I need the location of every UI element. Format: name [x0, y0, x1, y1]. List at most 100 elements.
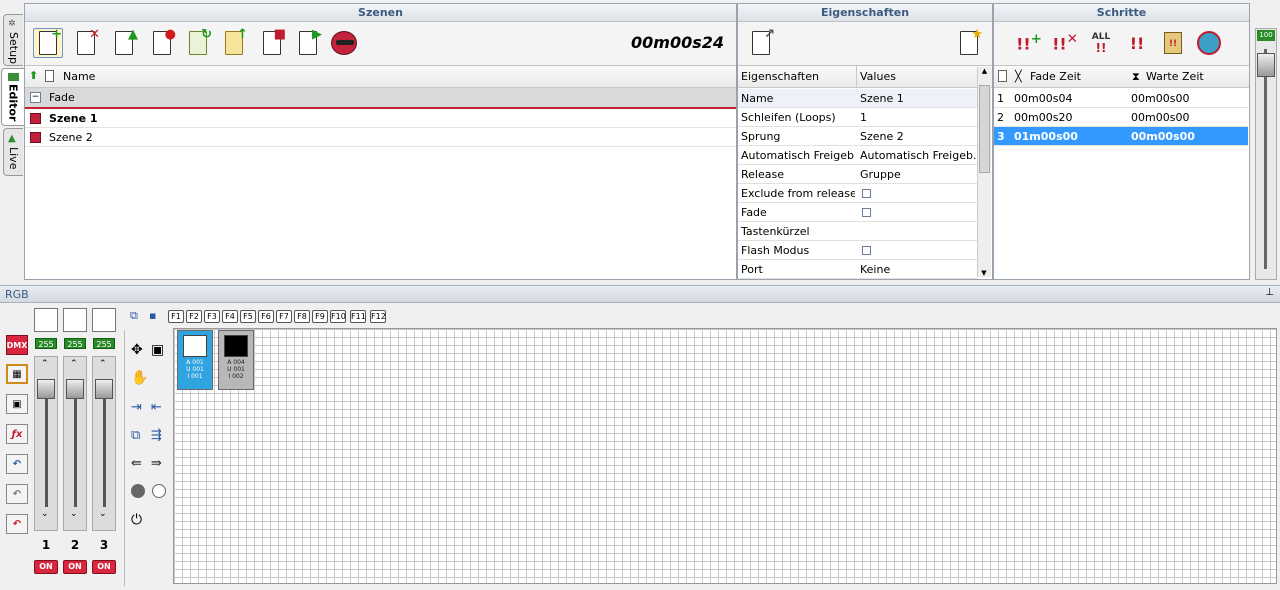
step-wait[interactable]: 00m00s00	[1131, 111, 1189, 124]
layers-icon[interactable]: ⧉	[130, 309, 138, 323]
fader-knob[interactable]	[95, 379, 113, 399]
align-right-icon[interactable]: ⇤	[151, 400, 162, 415]
add-step-button[interactable]: !!+	[1014, 28, 1044, 58]
property-value[interactable]: 1	[860, 111, 867, 124]
chevron-up-icon[interactable]: ⌃	[41, 359, 49, 369]
fader-knob[interactable]	[66, 379, 84, 399]
chevron-down-icon[interactable]: ⌄	[99, 509, 107, 519]
tab-live[interactable]: ▲ Live	[3, 128, 23, 176]
fader-track[interactable]: ⌃ ⌄	[34, 356, 58, 531]
fader-on-button[interactable]: ON	[63, 560, 87, 574]
distribute-icon[interactable]: ⇶	[151, 428, 162, 443]
new-property-button[interactable]: ★	[954, 28, 984, 58]
dmx-button[interactable]: DMX	[6, 335, 28, 355]
master-knob[interactable]	[1257, 53, 1275, 77]
align-left-icon[interactable]: ⇥	[131, 400, 142, 415]
fkey-button[interactable]: F8	[294, 310, 310, 323]
wait-time-header[interactable]: Warte Zeit	[1146, 70, 1204, 83]
reset-button[interactable]: ↶	[6, 514, 28, 534]
fixture-tile[interactable]: A 004 U 001 I 002	[218, 330, 254, 390]
properties-scrollbar[interactable]: ▲ ▼	[977, 67, 991, 277]
delete-scene-button[interactable]: ✕	[71, 28, 101, 58]
new-scene-button[interactable]: +	[33, 28, 63, 58]
fader-track[interactable]: ⌃ ⌄	[63, 356, 87, 531]
undo-button[interactable]: ↶	[6, 454, 28, 474]
export-button[interactable]: ↗	[746, 28, 776, 58]
tab-setup[interactable]: ✲ Setup	[3, 14, 23, 66]
chevron-down-icon[interactable]: ⌄	[70, 509, 78, 519]
name-column-header[interactable]: Name	[63, 70, 95, 83]
step-fade[interactable]: 00m00s20	[1014, 111, 1072, 124]
step-row[interactable]: 1 00m00s04 00m00s00	[994, 89, 1248, 108]
scroll-up-icon[interactable]: ▲	[978, 67, 991, 75]
fkey-button[interactable]: F9	[312, 310, 328, 323]
party-scene-button[interactable]	[329, 28, 359, 58]
fader-on-button[interactable]: ON	[92, 560, 116, 574]
fkey-button[interactable]: F7	[276, 310, 292, 323]
scroll-thumb[interactable]	[979, 85, 990, 173]
fkey-button[interactable]: F6	[258, 310, 274, 323]
select-tool-icon[interactable]: ▣	[151, 342, 164, 358]
fixture-tile[interactable]: A 001 U 001 I 001	[177, 330, 213, 390]
property-row[interactable]: Port Keine	[738, 260, 978, 279]
step-row[interactable]: 3 01m00s00 00m00s00	[994, 127, 1248, 146]
play-scene-button[interactable]: ▶	[293, 28, 323, 58]
fader-track[interactable]: ⌃ ⌄	[92, 356, 116, 531]
fkey-button[interactable]: F3	[204, 310, 220, 323]
flash-checkbox[interactable]	[862, 246, 871, 255]
arrange-icon[interactable]: ⧉	[131, 428, 140, 443]
scene-group-row[interactable]: − Fade	[25, 88, 736, 109]
fader-on-button[interactable]: ON	[34, 560, 58, 574]
scene-row[interactable]: Szene 2	[25, 128, 736, 147]
fx-button[interactable]: ƒx	[6, 424, 28, 444]
chevron-down-icon[interactable]: ⌄	[41, 509, 49, 519]
property-value[interactable]: Szene 2	[860, 130, 904, 143]
grid-view-button[interactable]: ▦	[6, 364, 28, 384]
fkey-button[interactable]: F11	[350, 310, 366, 323]
copy-scene-button[interactable]: ↻	[183, 28, 213, 58]
move-up-button[interactable]: ▲	[109, 28, 139, 58]
scroll-down-icon[interactable]: ▼	[978, 269, 990, 277]
property-row[interactable]: Fade	[738, 203, 978, 222]
fkey-button[interactable]: F5	[240, 310, 256, 323]
redo-button[interactable]: ↶	[6, 484, 28, 504]
tab-editor[interactable]: Editor	[1, 68, 24, 126]
property-row[interactable]: Schleifen (Loops) 1	[738, 108, 978, 127]
chevron-up-icon[interactable]: ⌃	[99, 359, 107, 369]
property-row[interactable]: Release Gruppe	[738, 165, 978, 184]
pin-icon[interactable]: ⊥	[1265, 287, 1274, 298]
fixture-button[interactable]: ▣	[6, 394, 28, 414]
property-value[interactable]: Keine	[860, 263, 890, 276]
swap-left-icon[interactable]: ⇚	[131, 456, 142, 471]
collapse-icon[interactable]: −	[30, 92, 41, 103]
folder-scene-button[interactable]: ↑	[219, 28, 249, 58]
property-row[interactable]: Name Szene 1	[738, 89, 978, 108]
property-value[interactable]: Szene 1	[860, 92, 904, 105]
scene-row[interactable]: Szene 1	[25, 109, 736, 128]
sort-icon[interactable]: ⬆	[29, 69, 38, 82]
delete-step-button[interactable]: !!✕	[1050, 28, 1080, 58]
property-value[interactable]: Automatisch Freigeb...	[860, 149, 976, 162]
property-row[interactable]: Sprung Szene 2	[738, 127, 978, 146]
move-tool-icon[interactable]: ✥	[131, 342, 143, 358]
step-fade[interactable]: 01m00s00	[1014, 130, 1078, 143]
paste-step-button[interactable]: !!	[1158, 28, 1188, 58]
chevron-up-icon[interactable]: ⌃	[70, 359, 78, 369]
property-row[interactable]: Tastenkürzel	[738, 222, 978, 241]
fkey-button[interactable]: F12	[370, 310, 386, 323]
step-fade[interactable]: 00m00s04	[1014, 92, 1072, 105]
fkey-button[interactable]: F4	[222, 310, 238, 323]
hand-tool-icon[interactable]: ✋	[131, 370, 148, 386]
fill-light-icon[interactable]	[152, 484, 166, 498]
property-row[interactable]: Flash Modus	[738, 241, 978, 260]
fader-knob[interactable]	[37, 379, 55, 399]
copy-step-button[interactable]: !!	[1122, 28, 1152, 58]
master-fader[interactable]: 100	[1255, 28, 1277, 280]
step-wait[interactable]: 00m00s00	[1131, 130, 1195, 143]
step-row[interactable]: 2 00m00s20 00m00s00	[994, 108, 1248, 127]
power-icon[interactable]: ⏻	[131, 512, 142, 528]
property-row[interactable]: Automatisch Freigeb... Automatisch Freige…	[738, 146, 978, 165]
fkey-button[interactable]: F2	[186, 310, 202, 323]
stop-scene-button[interactable]: ■	[257, 28, 287, 58]
fade-time-header[interactable]: Fade Zeit	[1030, 70, 1081, 83]
